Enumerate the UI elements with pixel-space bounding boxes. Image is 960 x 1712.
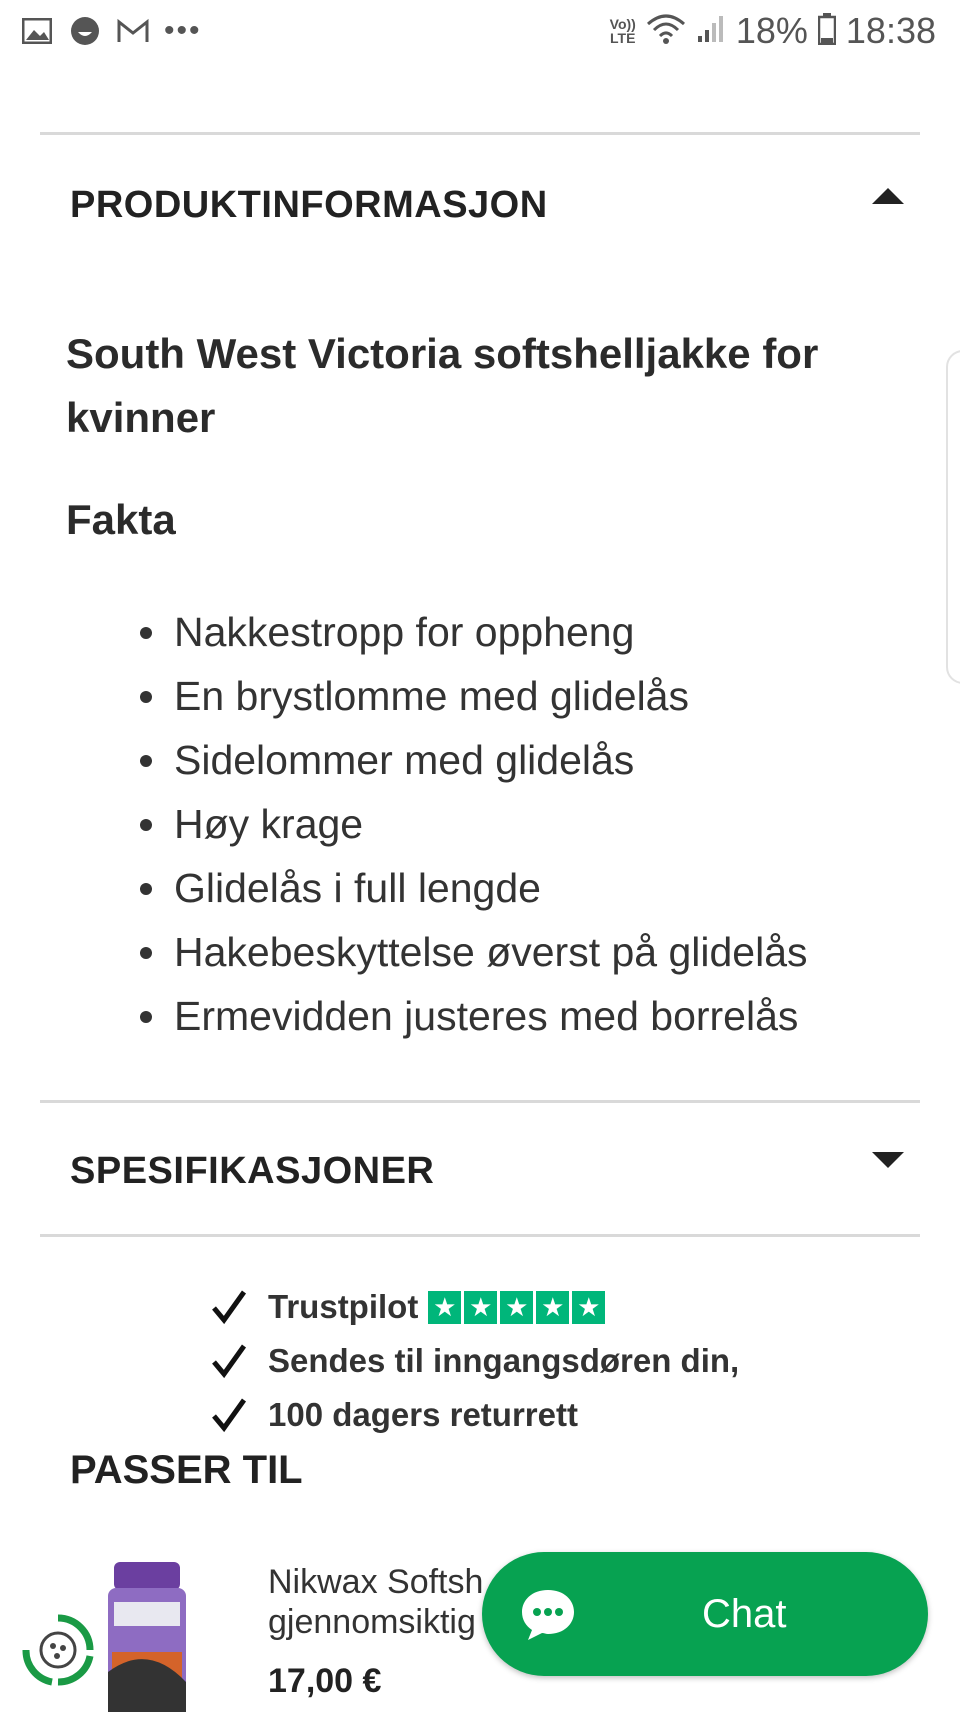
trustpilot-label: Trustpilot — [268, 1288, 419, 1325]
passer-til-heading: PASSER TIL — [70, 1448, 303, 1492]
product-title: South West Victoria softshelljakke for k… — [66, 330, 819, 441]
product-image[interactable] — [108, 1562, 186, 1712]
scroll-indicator — [946, 350, 960, 684]
chat-label: Chat — [702, 1592, 787, 1636]
feature-list: Nakkestropp for oppheng En brystlomme me… — [136, 600, 808, 1048]
notification-icons: ••• — [20, 14, 202, 48]
trust-list: Trustpilot ★ ★ ★ ★ ★ Sendes til inngangs… — [210, 1280, 739, 1442]
gallery-icon — [20, 14, 54, 48]
specs-heading[interactable]: SPESIFIKASJONER — [70, 1150, 434, 1193]
battery-icon — [817, 12, 837, 50]
star-icon: ★ — [428, 1290, 462, 1324]
trustpilot-stars: ★ ★ ★ ★ ★ — [428, 1290, 606, 1324]
list-item: En brystlomme med glidelås — [136, 664, 808, 728]
list-item: Hakebeskyttelse øverst på glidelås — [136, 920, 808, 984]
checkmark-icon — [212, 1344, 247, 1379]
divider — [40, 1100, 920, 1103]
trust-item: 100 dagers returrett — [210, 1388, 739, 1442]
star-icon: ★ — [572, 1290, 606, 1324]
list-item: Ermevidden justeres med borrelås — [136, 984, 808, 1048]
chat-button[interactable]: Chat — [482, 1552, 928, 1676]
battery-percent: 18% — [735, 10, 808, 51]
expand-arrow-icon[interactable] — [872, 1152, 904, 1168]
eco-recycle-icon — [22, 1614, 94, 1686]
star-icon: ★ — [500, 1290, 534, 1324]
returns-text: 100 dagers returrett — [268, 1396, 578, 1433]
smiley-icon — [68, 14, 102, 48]
list-item: Glidelås i full lengde — [136, 856, 808, 920]
list-item: Sidelommer med glidelås — [136, 728, 808, 792]
trust-item: Sendes til inngangsdøren din, — [210, 1334, 739, 1388]
trust-item: Trustpilot ★ ★ ★ ★ ★ — [210, 1280, 739, 1334]
volte-icon: Vo)) LTE — [609, 16, 636, 46]
divider — [40, 132, 920, 135]
list-item: Nakkestropp for oppheng — [136, 600, 808, 664]
star-icon: ★ — [464, 1290, 498, 1324]
product-info-heading[interactable]: PRODUKTINFORMASJON — [70, 184, 548, 227]
wifi-icon — [646, 12, 686, 51]
fakta-heading: Fakta — [66, 496, 176, 543]
list-item: Høy krage — [136, 792, 808, 856]
more-dots-icon: ••• — [164, 14, 202, 47]
chat-bubble-icon — [522, 1590, 574, 1640]
status-bar: ••• Vo)) LTE 18% 18:38 — [0, 0, 960, 64]
signal-icon — [696, 14, 726, 49]
clock: 18:38 — [845, 10, 936, 51]
star-icon: ★ — [536, 1290, 570, 1324]
divider — [40, 1234, 920, 1237]
collapse-arrow-icon[interactable] — [872, 188, 904, 204]
gmail-icon — [116, 14, 150, 48]
product-price: 17,00 € — [268, 1662, 382, 1700]
shipping-text: Sendes til inngangsdøren din, — [268, 1342, 740, 1379]
checkmark-icon — [212, 1398, 247, 1433]
checkmark-icon — [212, 1290, 247, 1325]
system-icons: Vo)) LTE 18% 18:38 — [610, 10, 936, 52]
